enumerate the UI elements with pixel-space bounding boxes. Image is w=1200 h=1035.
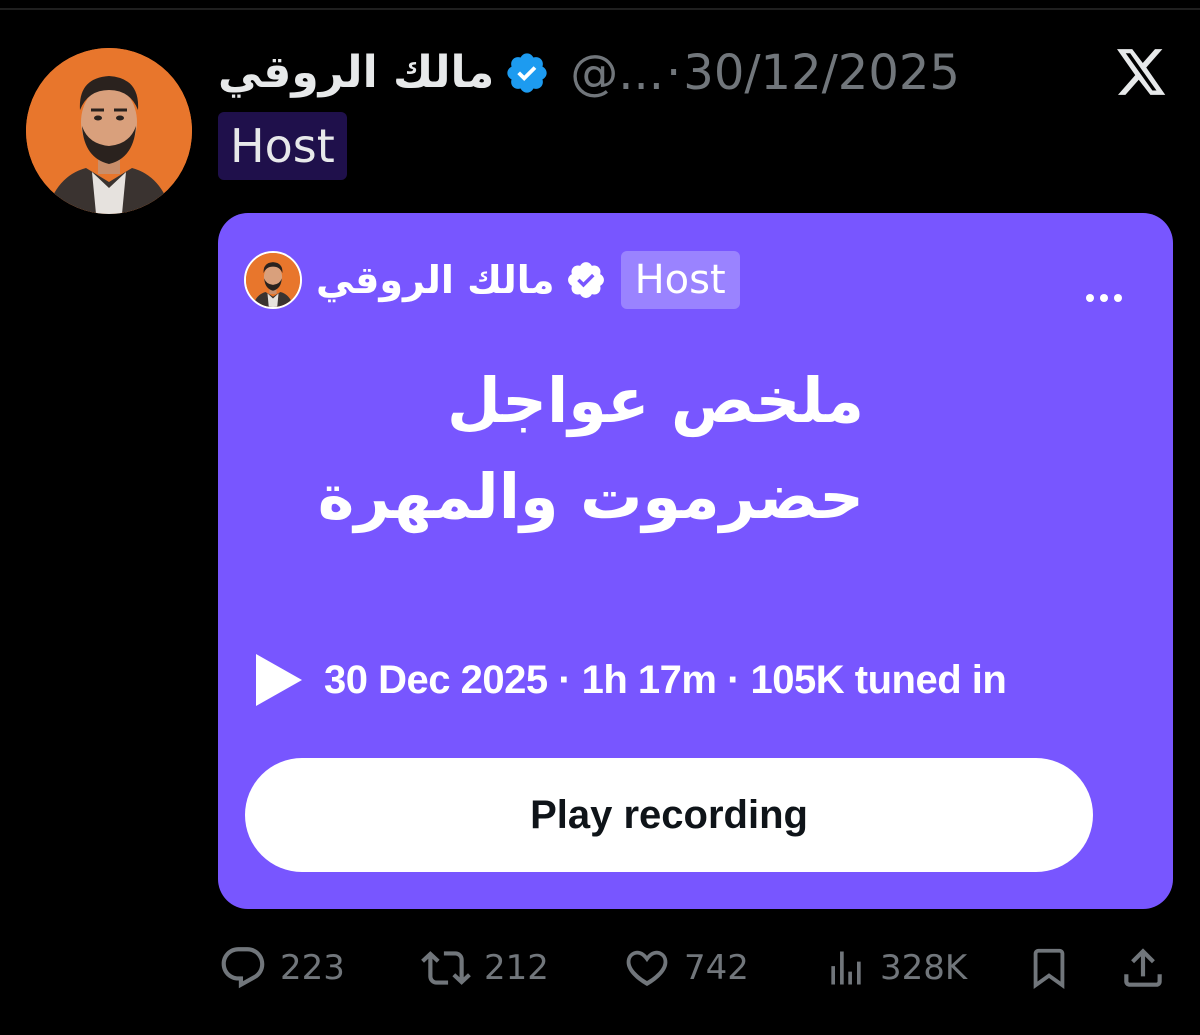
verified-badge-icon	[565, 259, 607, 301]
views-count: 328K	[880, 948, 968, 988]
play-recording-button[interactable]: Play recording	[245, 758, 1093, 872]
space-host-tag: Host	[620, 251, 740, 309]
reply-button[interactable]: 223	[218, 938, 345, 998]
like-count: 742	[684, 948, 749, 988]
repost-icon	[420, 943, 472, 993]
bookmark-button[interactable]	[1026, 938, 1072, 998]
x-logo-icon[interactable]	[1117, 49, 1167, 95]
space-meta-text: 30 Dec 2025 · 1h 17m · 105K tuned in	[324, 657, 1007, 702]
share-icon	[1118, 943, 1168, 993]
repost-count: 212	[484, 948, 549, 988]
top-divider	[0, 8, 1200, 10]
separator-dot: ·	[666, 45, 682, 101]
space-card-header: مالك الروقي Host	[244, 249, 740, 311]
play-icon	[254, 652, 304, 708]
reply-icon	[218, 943, 268, 993]
host-avatar[interactable]	[244, 251, 302, 309]
reply-count: 223	[280, 948, 345, 988]
tweet-header: مالك الروقي @... · 30/12/2025	[218, 40, 960, 106]
views-icon	[824, 943, 868, 993]
space-meta: 30 Dec 2025 · 1h 17m · 105K tuned in	[254, 650, 1007, 710]
space-card[interactable]: مالك الروقي Host ملخص عواجل حضرموت والمه…	[218, 213, 1173, 909]
space-title: ملخص عواجل حضرموت والمهرة	[317, 364, 864, 533]
host-name[interactable]: مالك الروقي	[316, 258, 555, 302]
tweet-date[interactable]: 30/12/2025	[683, 49, 960, 97]
more-icon[interactable]	[1084, 289, 1124, 302]
bookmark-icon	[1026, 943, 1072, 993]
repost-button[interactable]: 212	[420, 938, 549, 998]
verified-badge-icon	[504, 50, 550, 96]
share-button[interactable]	[1118, 938, 1168, 998]
author-avatar[interactable]	[26, 48, 192, 214]
host-tag: Host	[218, 112, 347, 180]
views-button[interactable]: 328K	[824, 938, 967, 998]
like-button[interactable]: 742	[622, 938, 749, 998]
author-name[interactable]: مالك الروقي	[218, 51, 494, 95]
heart-icon	[622, 943, 672, 993]
author-handle[interactable]: @...	[570, 49, 664, 97]
tweet-actions: 223 212 742 328K	[0, 938, 1200, 998]
